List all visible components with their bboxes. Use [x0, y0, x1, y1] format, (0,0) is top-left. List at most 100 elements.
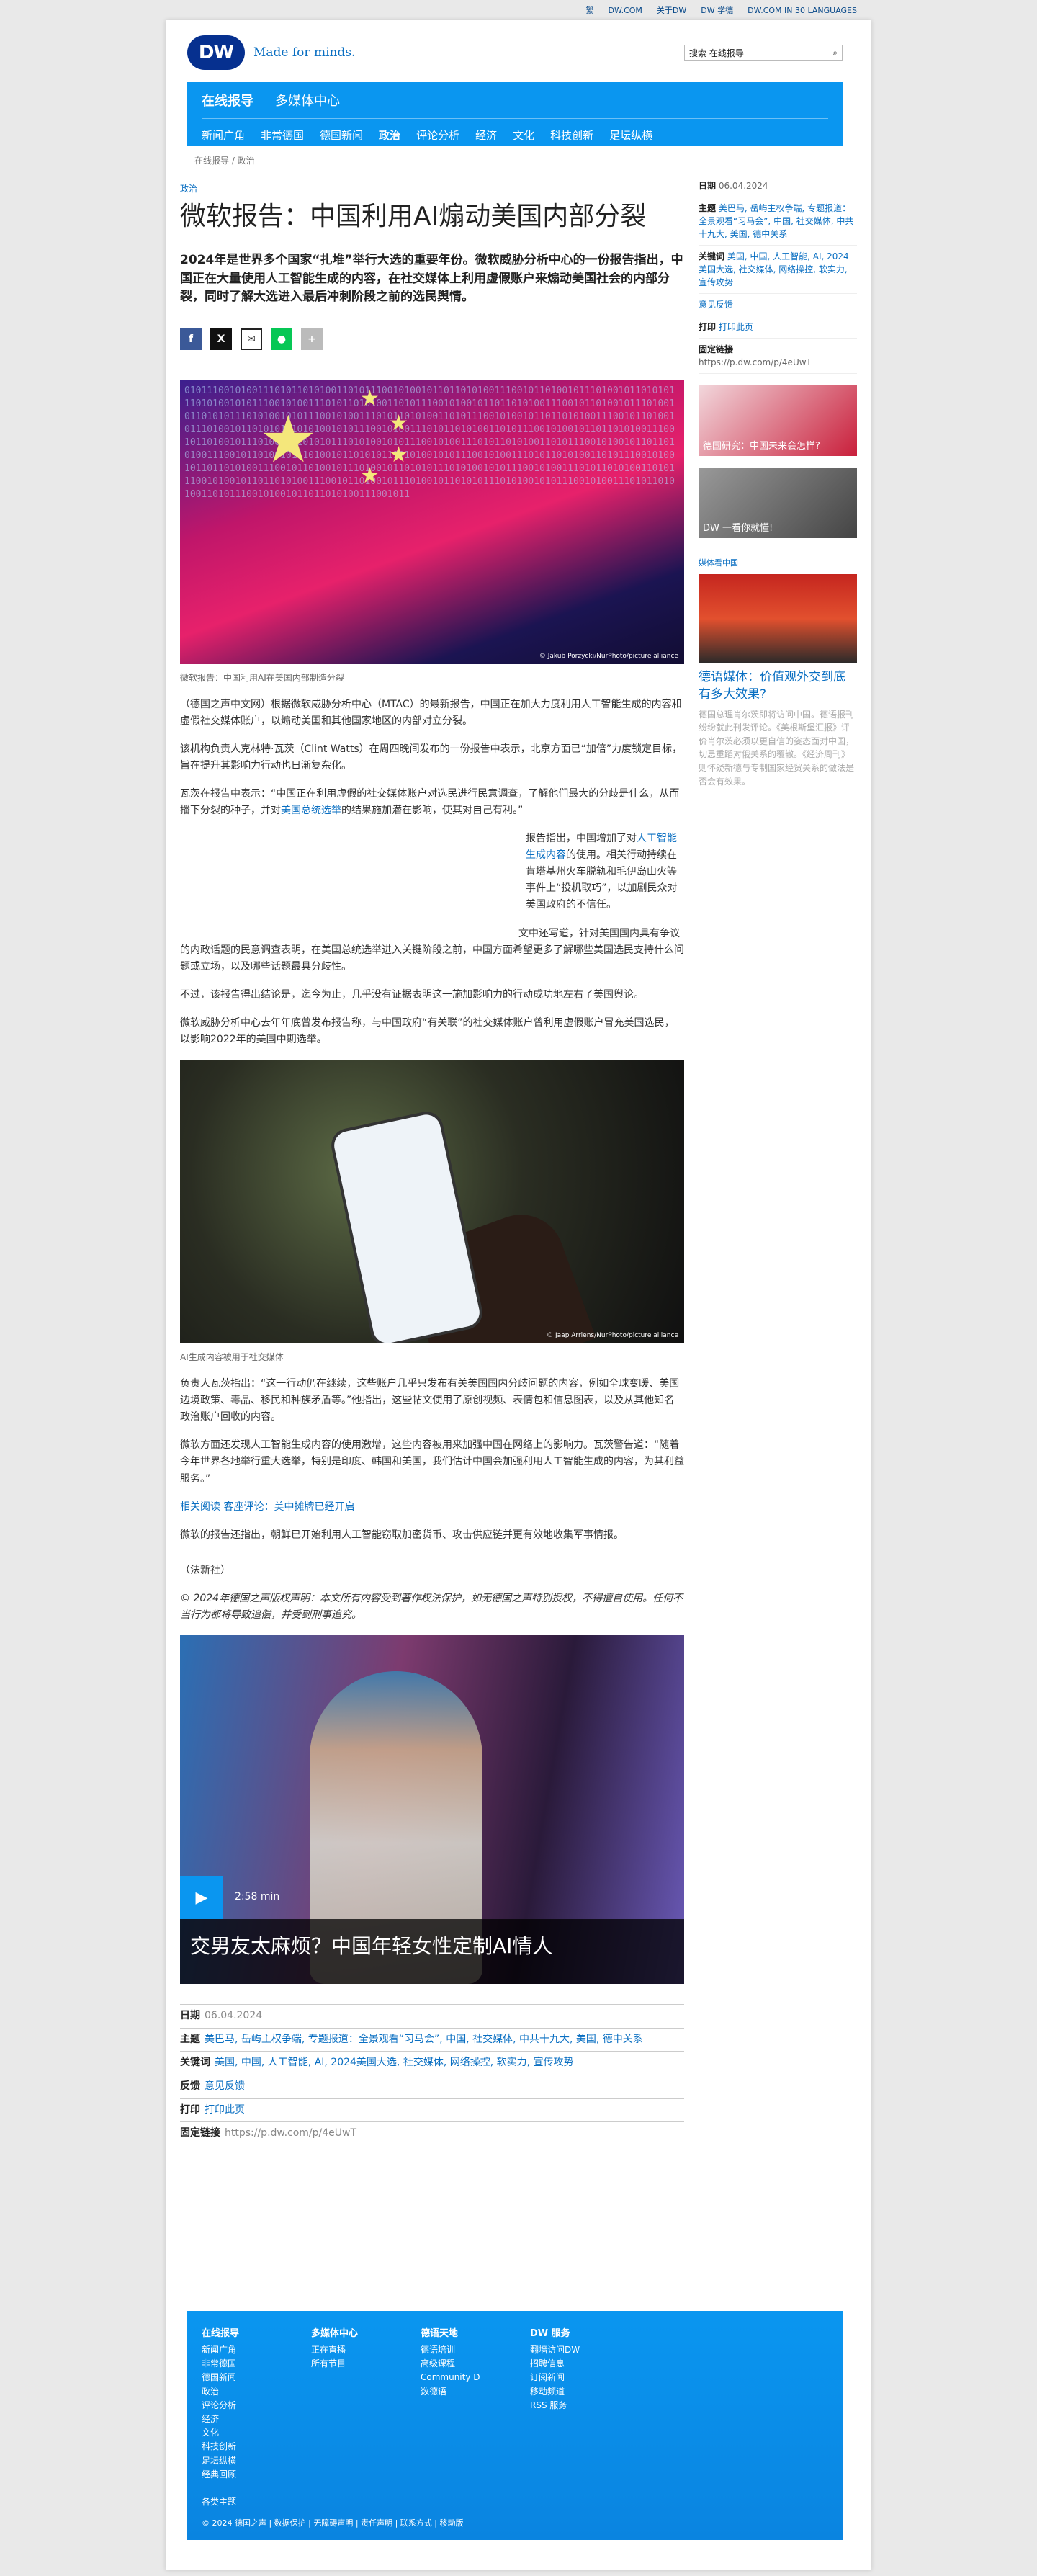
facebook-icon[interactable]: f	[180, 328, 202, 350]
footer-link[interactable]: 文化	[202, 2426, 311, 2440]
meta-date: 06.04.2024	[205, 2010, 263, 2022]
search-placeholder: 搜索 在线报导	[689, 48, 744, 58]
sidebar: 日期 06.04.2024 主题 美巴马, 岳屿主权争端, 专题报道：全景观看“…	[699, 175, 857, 788]
sidebar-print[interactable]: 打印此页	[719, 322, 753, 332]
paragraph: 负责人瓦茨指出：“这一行动仍在继续，这些账户几乎只发布有关美国国内分歧问题的内容…	[180, 1378, 680, 1423]
footer-link[interactable]: 数德语	[421, 2385, 530, 2399]
email-icon[interactable]: ✉	[241, 328, 262, 350]
footer-link	[202, 2482, 311, 2495]
brand-slogan: Made for minds.	[253, 45, 356, 60]
footer-column-title[interactable]: 德语天地	[421, 2325, 530, 2339]
video-duration: 2:58 min	[235, 1891, 280, 1903]
footer-link[interactable]: 招聘信息	[530, 2357, 639, 2371]
inline-link-election[interactable]: 美国总统选举	[281, 805, 341, 816]
hero-binary-texture: 0101110010100111010110101001101011100101…	[184, 385, 675, 500]
nav-sub-tech[interactable]: 科技创新	[550, 128, 593, 143]
ad-placeholder	[180, 831, 518, 939]
footer-link[interactable]: 高级课程	[421, 2357, 530, 2371]
search-icon[interactable]: ⌕	[832, 48, 838, 58]
footer-link[interactable]: 订阅新闻	[530, 2371, 639, 2384]
nav-sub-football[interactable]: 足坛纵横	[609, 128, 652, 143]
article-kicker[interactable]: 政治	[180, 182, 684, 194]
search-input[interactable]: 搜索 在线报导 ⌕	[684, 45, 843, 61]
nav-sub-news[interactable]: 新闻广角	[202, 128, 245, 143]
footer-link[interactable]: RSS 服务	[530, 2399, 639, 2412]
dw-com-link[interactable]: DW.COM	[609, 6, 642, 15]
flag-star-icon: ★	[360, 462, 380, 488]
permalink[interactable]: https://p.dw.com/p/4eUwT	[225, 2127, 356, 2139]
nav-online-reports[interactable]: 在线报导	[202, 91, 253, 109]
promo-thumb-germany-study[interactable]: 德国研究：中国未来会怎样?	[699, 385, 857, 456]
footer-column: 多媒体中心正在直播 所有节目	[311, 2325, 421, 2509]
related-reading: 相关阅读 客座评论：美中摊牌已经开启	[180, 1501, 355, 1513]
sidebar-article-title[interactable]: 德语媒体：价值观外交到底有多大效果?	[699, 669, 857, 704]
line-icon[interactable]: ●	[271, 328, 292, 350]
footer-link[interactable]: 德国新闻	[202, 2371, 311, 2384]
footer-column-title[interactable]: DW 服务	[530, 2325, 639, 2339]
footer-link[interactable]: 各类主题	[202, 2495, 311, 2509]
about-dw-link[interactable]: 关于DW	[657, 4, 686, 16]
paragraph: 瓦茨在报告中表示：“中国正在利用虚假的社交媒体账户对选民进行民意调查，了解他们最…	[180, 787, 680, 816]
footer-link[interactable]: 科技创新	[202, 2440, 311, 2454]
video-player[interactable]: ▶ 2:58 min 交男友太麻烦？中国年轻女性定制AI情人	[180, 1635, 684, 1985]
nav-sub-commentary[interactable]: 评论分析	[416, 128, 459, 143]
footer-link[interactable]: Community D	[421, 2371, 530, 2384]
print-link[interactable]: 打印此页	[205, 2104, 245, 2116]
nav-sub-politics[interactable]: 政治	[379, 128, 400, 143]
sidebar-article-body: 德国总理肖尔茨即将访问中国。德语报刊纷纷就此刊发评论。《美根斯堡汇报》评价肖尔茨…	[699, 709, 855, 787]
video-title[interactable]: 交男友太麻烦？中国年轻女性定制AI情人	[190, 1931, 552, 1959]
sidebar-topics[interactable]: 美巴马, 岳屿主权争端, 专题报道：全景观看“习马会”, 中国, 社交媒体, 中…	[699, 203, 853, 239]
meta-topics[interactable]: 美巴马, 岳屿主权争端, 专题报道：全景观看“习马会”, 中国, 社交媒体, 中…	[205, 2034, 643, 2045]
hero-image: 0101110010100111010110101001101011100101…	[180, 380, 684, 664]
footer-link[interactable]: 非常德国	[202, 2357, 311, 2371]
sidebar-feedback[interactable]: 意见反馈	[699, 300, 733, 310]
paragraph: 不过，该报告得出结论是，迄今为止，几乎没有证据表明这一施加影响力的行动成功地左右…	[180, 988, 644, 1001]
footer-column-title[interactable]: 多媒体中心	[311, 2325, 421, 2339]
dw-learn-link[interactable]: DW 学德	[701, 4, 733, 16]
paragraph: 该机构负责人克林特·瓦茨（Clint Watts）在周四晚间发布的一份报告中表示…	[180, 743, 683, 772]
nav-sub-culture[interactable]: 文化	[513, 128, 534, 143]
footer-link[interactable]: 经济	[202, 2412, 311, 2426]
footer-column: DW 服务翻墙访问DW 招聘信息 订阅新闻 移动频道 RSS 服务	[530, 2325, 639, 2509]
copyright-note: © 2024年德国之声版权声明：本文所有内容受到著作权法保护，如无德国之声特别授…	[180, 1592, 683, 1622]
nav-sub-german-news[interactable]: 德国新闻	[320, 128, 363, 143]
article-meta: 日期 06.04.2024 主题 美巴马, 岳屿主权争端, 专题报道：全景观看“习马…	[180, 2004, 684, 2145]
footer-link[interactable]: 移动频道	[530, 2385, 639, 2399]
promo-thumb-dw-explain[interactable]: DW 一看你就懂!	[699, 468, 857, 538]
brand: DW Made for minds.	[187, 35, 355, 71]
more-share-icon[interactable]: +	[301, 328, 323, 350]
dw-languages-link[interactable]: DW.COM IN 30 LANGUAGES	[748, 6, 857, 15]
footer-link[interactable]: 正在直播	[311, 2343, 421, 2357]
meta-keywords[interactable]: 美国, 中国, 人工智能, AI, 2024美国大选, 社交媒体, 网络操控, …	[215, 2057, 574, 2068]
footer-link[interactable]: 足坛纵横	[202, 2454, 311, 2468]
play-icon[interactable]: ▶	[180, 1876, 223, 1920]
footer-link[interactable]: 德语培训	[421, 2343, 530, 2357]
footer-column: 德语天地德语培训 高级课程 Community D 数德语	[421, 2325, 530, 2509]
feedback-link[interactable]: 意见反馈	[205, 2080, 245, 2092]
breadcrumb[interactable]: 在线报导 / 政治	[194, 154, 255, 166]
footer-link[interactable]: 翻墙访问DW	[530, 2343, 639, 2357]
dw-logo[interactable]: DW	[187, 35, 245, 70]
footer-bottom[interactable]: © 2024 德国之声 | 数据保护 | 无障碍声明 | 责任声明 | 联系方式…	[202, 2517, 463, 2528]
sidebar-section-title[interactable]: 媒体看中国	[699, 557, 857, 568]
footer-link[interactable]: 评论分析	[202, 2399, 311, 2412]
page-container: DW Made for minds. 搜索 在线报导 ⌕ 在线报导 多媒体中心 …	[166, 20, 871, 2570]
flag-star-icon: ★	[389, 442, 408, 468]
nav-multimedia[interactable]: 多媒体中心	[275, 91, 340, 109]
nav-sub-germany[interactable]: 非常德国	[261, 128, 304, 143]
lang-traditional-link[interactable]: 繁	[586, 4, 594, 16]
sidebar-article-image[interactable]	[699, 574, 857, 663]
footer-link[interactable]: 经典回顾	[202, 2468, 311, 2482]
paragraph: 报告指出，中国增加了对人工智能生成内容的使用。相关行动持续在肯塔基州火车脱轨和毛…	[526, 833, 678, 911]
footer-column-title[interactable]: 在线报导	[202, 2325, 311, 2339]
footer-link[interactable]: 所有节目	[311, 2357, 421, 2371]
related-link[interactable]: 美中摊牌已经开启	[274, 1501, 354, 1513]
nav-sub-economy[interactable]: 经济	[475, 128, 497, 143]
x-icon[interactable]: X	[210, 328, 232, 350]
footer-link[interactable]: 新闻广角	[202, 2343, 311, 2357]
sidebar-permalink[interactable]: https://p.dw.com/p/4eUwT	[699, 357, 812, 367]
footer-link[interactable]: 政治	[202, 2385, 311, 2399]
footer-column: 在线报导新闻广角 非常德国 德国新闻 政治 评论分析 经济 文化 科技创新 足坛纵横 经典回顾 各…	[202, 2325, 311, 2509]
flag-star-icon: ★	[389, 410, 408, 436]
phone-device	[331, 1112, 482, 1344]
